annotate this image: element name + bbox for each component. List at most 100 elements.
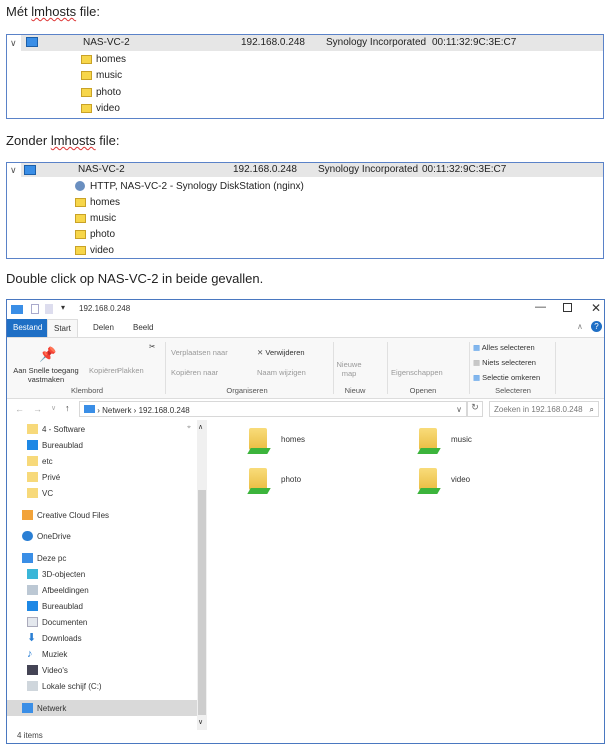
nav-item[interactable]: Lokale schijf (C:) <box>27 679 102 693</box>
device-row[interactable]: NAS-VC-2 192.168.0.248 Synology Incorpor… <box>21 35 603 51</box>
share-item[interactable]: homes <box>75 194 120 210</box>
nav-item[interactable]: 3D-objecten <box>27 567 85 581</box>
copy-button[interactable]: Kopiëren <box>89 366 119 375</box>
pin-quick-access-button[interactable]: Aan Snelle toegang vastmaken <box>9 366 83 384</box>
share-label: music <box>96 69 123 81</box>
share-video[interactable]: video <box>419 468 470 490</box>
network-tree-without-lmhosts: ∨ NAS-VC-2 192.168.0.248 Synology Incorp… <box>6 162 604 259</box>
nav-item[interactable]: Video's <box>27 663 68 677</box>
address-bar[interactable]: › Netwerk › 192.168.0.248 ∨ <box>79 401 467 417</box>
videos-icon <box>27 665 38 675</box>
service-item[interactable]: HTTP, NAS-VC-2 - Synology DiskStation (n… <box>75 178 304 194</box>
nav-item[interactable]: Deze pc <box>22 551 66 565</box>
customize-qat-icon[interactable]: ▾ <box>61 303 65 312</box>
close-button[interactable]: ✕ <box>591 301 601 315</box>
share-label: homes <box>90 196 121 208</box>
device-name: NAS-VC-2 <box>78 164 125 175</box>
share-item[interactable]: music <box>81 67 122 83</box>
recent-locations-button[interactable]: ∨ <box>51 404 56 412</box>
folder-icon <box>75 229 86 239</box>
nav-item[interactable]: VC <box>27 486 53 500</box>
tab-delen[interactable]: Delen <box>87 319 120 337</box>
share-homes[interactable]: homes <box>249 428 305 450</box>
properties-quick-icon[interactable] <box>31 304 39 314</box>
move-to-button[interactable]: Verplaatsen naar <box>171 348 228 357</box>
folder-icon <box>27 456 38 466</box>
tab-bestand[interactable]: Bestand <box>7 319 49 337</box>
chevron-down-icon[interactable]: ∨ <box>10 38 17 49</box>
nav-item[interactable]: Bureaublad <box>27 438 83 452</box>
share-music[interactable]: music <box>419 428 472 450</box>
network-folder-icon <box>249 428 267 450</box>
tab-start[interactable]: Start <box>47 319 78 337</box>
breadcrumb-netwerk[interactable]: Netwerk <box>102 406 131 415</box>
nav-item[interactable]: ♪ Muziek <box>27 647 67 661</box>
nav-item[interactable]: Bureaublad <box>27 599 83 613</box>
select-none-button[interactable]: ▦ Niets selecteren <box>473 358 536 367</box>
new-folder-quick-icon[interactable] <box>45 304 53 314</box>
rename-button[interactable]: Naam wijzigen <box>257 368 306 377</box>
minimize-button[interactable]: — <box>535 301 546 313</box>
scroll-down-icon[interactable]: ∨ <box>198 718 203 726</box>
share-item[interactable]: video <box>81 100 120 116</box>
folder-icon <box>75 213 86 223</box>
properties-button[interactable]: Eigenschappen <box>391 368 443 377</box>
nav-item[interactable]: Creative Cloud Files <box>22 508 109 522</box>
select-all-button[interactable]: ▦ Alles selecteren <box>473 343 535 352</box>
folder-icon <box>75 197 86 207</box>
refresh-button[interactable]: ↻ <box>467 401 483 417</box>
group-selecteren: Selecteren <box>495 386 531 395</box>
share-label: music <box>90 212 117 224</box>
device-mac: 00:11:32:9C:3E:C7 <box>422 164 507 175</box>
scrollbar-thumb[interactable] <box>198 490 206 715</box>
nav-item[interactable]: OneDrive <box>22 529 71 543</box>
invert-selection-button[interactable]: ▦ Selectie omkeren <box>473 373 540 382</box>
delete-button[interactable]: Verwijderen <box>265 348 304 357</box>
folder-icon <box>81 54 92 64</box>
paste-button[interactable]: Plakken <box>117 366 144 375</box>
nav-scrollbar[interactable]: ∧ ∨ <box>197 420 207 730</box>
collapse-ribbon-icon[interactable]: ∧ <box>577 322 583 331</box>
copy-to-button[interactable]: Kopiëren naar <box>171 368 218 377</box>
pin-icon[interactable]: ⌖ <box>187 424 191 432</box>
network-icon <box>22 703 33 713</box>
search-input[interactable]: Zoeken in 192.168.0.248 ⌕ <box>489 401 599 417</box>
new-folder-button[interactable]: Nieuwe map <box>335 360 363 378</box>
maximize-button[interactable] <box>563 303 572 312</box>
share-photo[interactable]: photo <box>249 468 301 490</box>
group-organiseren: Organiseren <box>226 386 268 395</box>
nav-item[interactable]: Documenten <box>27 615 87 629</box>
tab-beeld[interactable]: Beeld <box>127 319 159 337</box>
nav-item[interactable]: ⬇ Downloads <box>27 631 82 645</box>
folder-icon <box>27 472 38 482</box>
nav-item[interactable]: Afbeeldingen <box>27 583 89 597</box>
share-item[interactable]: video <box>75 242 114 258</box>
address-dropdown-icon[interactable]: ∨ <box>456 405 462 414</box>
window-title: 192.168.0.248 <box>79 304 131 313</box>
share-item[interactable]: music <box>75 210 116 226</box>
nav-item[interactable]: Privé <box>27 470 60 484</box>
3d-objects-icon <box>27 569 38 579</box>
back-button[interactable]: ← <box>15 404 24 414</box>
share-label: video <box>96 102 120 114</box>
onedrive-icon <box>22 531 33 541</box>
heading-without-lmhosts: Zonder lmhosts file: <box>6 133 120 148</box>
search-icon: ⌕ <box>589 405 594 414</box>
forward-button[interactable]: → <box>33 404 42 414</box>
nav-item[interactable]: etc <box>27 454 53 468</box>
device-row[interactable]: NAS-VC-2 192.168.0.248 Synology Incorpor… <box>21 163 603 177</box>
folder-icon <box>81 87 92 97</box>
share-label: homes <box>96 53 127 65</box>
share-item[interactable]: photo <box>75 226 115 242</box>
breadcrumb-ip[interactable]: 192.168.0.248 <box>139 406 190 415</box>
share-item[interactable]: homes <box>81 51 126 67</box>
help-icon[interactable]: ? <box>591 321 602 332</box>
scroll-up-icon[interactable]: ∧ <box>198 423 203 431</box>
computer-icon <box>11 305 23 314</box>
cut-icon[interactable]: ✂ <box>149 342 155 351</box>
share-item[interactable]: photo <box>81 84 121 100</box>
nav-item[interactable]: 4 - Software <box>27 422 85 436</box>
nav-item-netwerk[interactable]: Netwerk <box>7 700 197 716</box>
up-button[interactable]: ↑ <box>65 403 70 413</box>
chevron-down-icon[interactable]: ∨ <box>10 165 17 176</box>
